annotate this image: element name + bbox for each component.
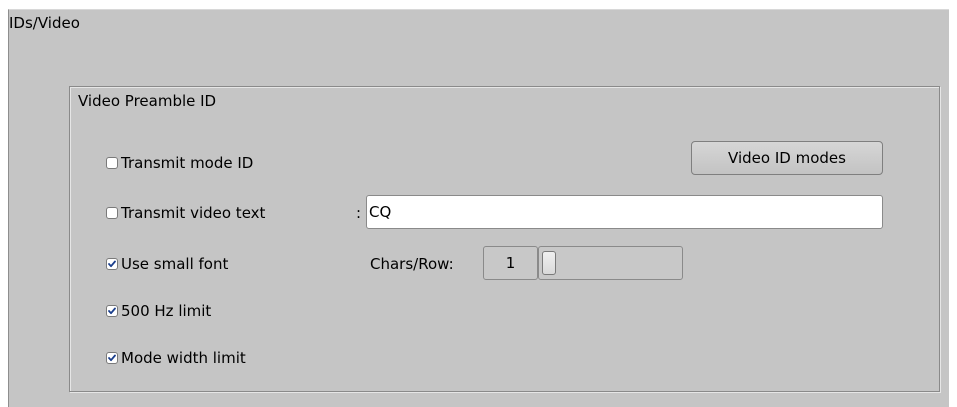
500hz-limit-label: 500 Hz limit (121, 302, 212, 320)
transmit-video-text-label: Transmit video text (121, 204, 266, 222)
mode-width-limit-checkbox[interactable]: Mode width limit (106, 348, 246, 368)
transmit-mode-id-checkbox[interactable]: Transmit mode ID (106, 153, 253, 173)
panel-title: IDs/Video (9, 14, 80, 32)
use-small-font-checkbox[interactable]: Use small font (106, 254, 228, 274)
checkbox-checked-icon (106, 258, 118, 270)
transmit-video-text-checkbox[interactable]: Transmit video text (106, 203, 265, 223)
transmit-mode-id-label: Transmit mode ID (121, 154, 254, 172)
group-title: Video Preamble ID (78, 92, 217, 110)
checkbox-checked-icon (106, 352, 118, 364)
chars-per-row-slider[interactable] (538, 246, 683, 280)
video-preamble-id-group: Video Preamble ID Transmit mode ID Video… (69, 86, 940, 392)
checkbox-unchecked-icon (106, 157, 118, 169)
slider-thumb[interactable] (542, 251, 556, 275)
checkbox-unchecked-icon (106, 207, 118, 219)
use-small-font-label: Use small font (121, 255, 229, 273)
video-text-input[interactable] (366, 195, 883, 229)
chars-per-row-value-text: 1 (505, 254, 516, 272)
video-id-modes-button[interactable]: Video ID modes (691, 141, 883, 175)
checkbox-checked-icon (106, 305, 118, 317)
chars-per-row-value: 1 (483, 246, 538, 280)
chars-per-row-label: Chars/Row: (370, 255, 454, 273)
mode-width-limit-label: Mode width limit (121, 349, 246, 367)
ids-video-panel: IDs/Video Video Preamble ID Transmit mod… (8, 9, 949, 407)
500hz-limit-checkbox[interactable]: 500 Hz limit (106, 301, 211, 321)
video-text-separator: : (356, 204, 362, 222)
